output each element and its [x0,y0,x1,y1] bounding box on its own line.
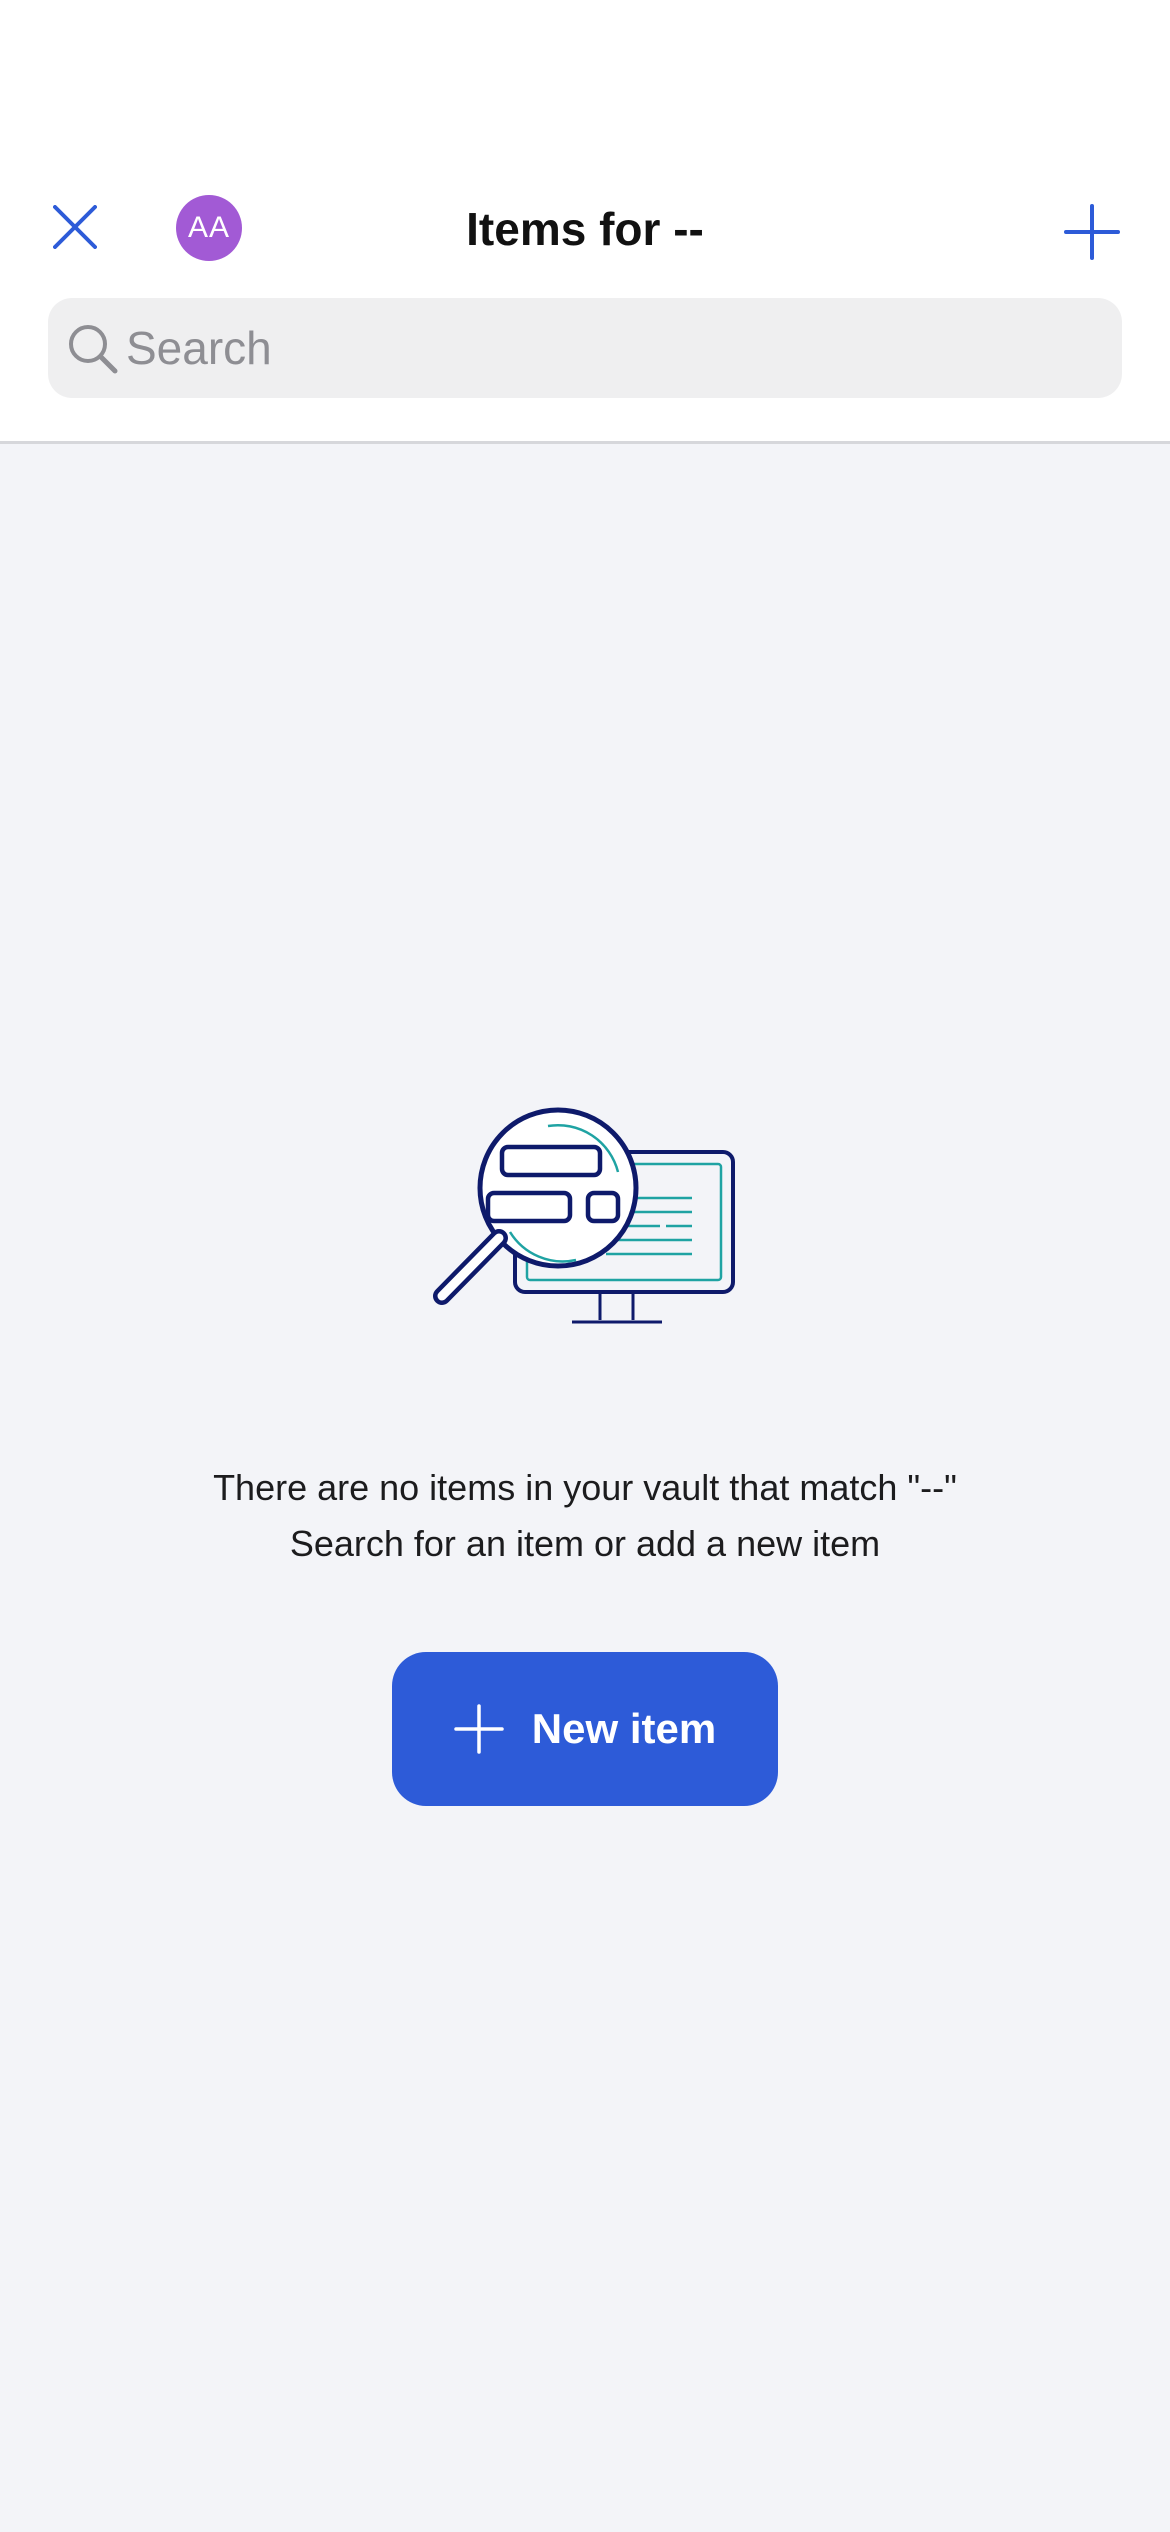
header-bar: AA Items for -- [0,0,1170,444]
search-input[interactable] [126,298,1096,398]
search-icon [69,325,118,374]
new-item-label: New item [531,1705,717,1752]
close-icon [53,205,97,249]
plus-icon [454,1704,504,1754]
magnifier-monitor-illustration [433,1107,735,1324]
add-item-button[interactable] [1052,192,1132,272]
search-bar[interactable] [48,298,1122,398]
account-avatar[interactable]: AA [176,195,242,261]
plus-icon [1064,204,1120,260]
avatar-initials: AA [187,211,231,244]
empty-state-line-2: Search for an item or add a new item [289,1523,881,1564]
new-item-button[interactable]: New item [392,1652,778,1806]
empty-state-message: There are no items in your vault that ma… [0,1460,1170,1572]
close-button[interactable] [40,192,110,262]
empty-state-line-1: There are no items in your vault that ma… [213,1467,957,1508]
